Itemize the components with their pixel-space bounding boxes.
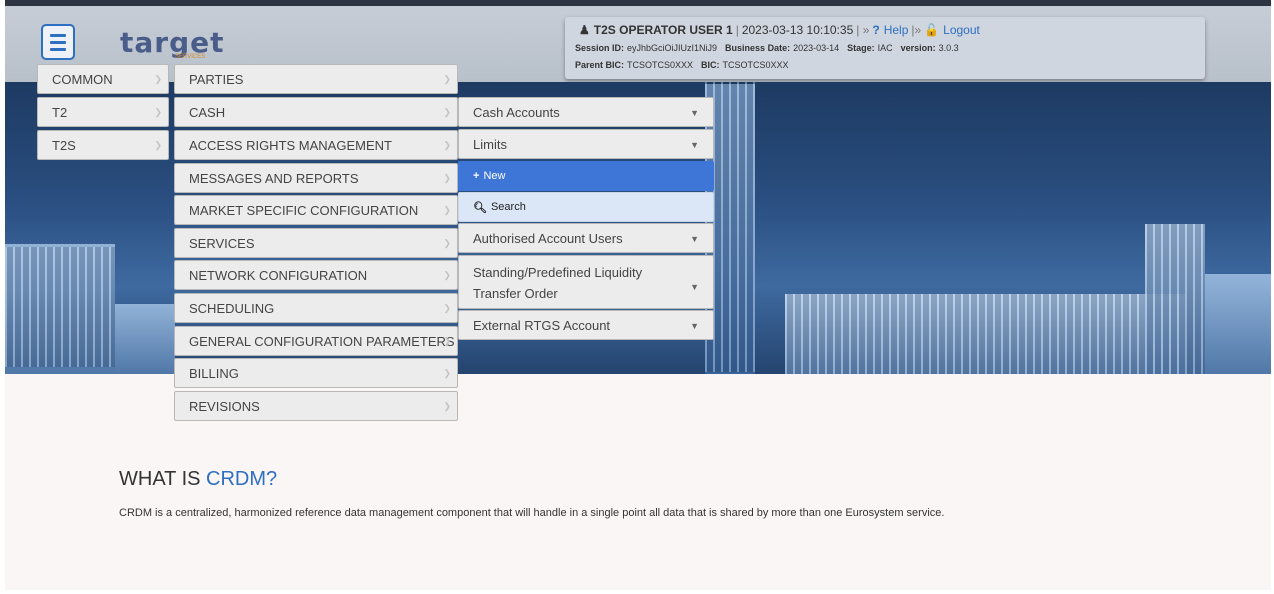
menu-item-standing-order[interactable]: Standing/Predefined Liquidity Transfer Or…: [458, 255, 714, 309]
menu-item-label: SCHEDULING: [189, 300, 275, 316]
caret-down-icon: ▼: [690, 108, 699, 118]
session-id-label: Session ID:: [575, 42, 625, 53]
menu-item-label: New: [483, 170, 506, 182]
menu-item-search[interactable]: 🔍︎ Search: [458, 192, 714, 222]
menu-item-label: Search: [490, 201, 526, 213]
bic-value: TCSOTCS0XXX: [722, 59, 789, 70]
menu-item-authorised-users[interactable]: Authorised Account Users ▼: [458, 223, 714, 253]
chevron-right-icon: ❯: [443, 238, 451, 248]
menu-item-messages-reports[interactable]: MESSAGES AND REPORTS ❯: [174, 163, 458, 193]
version-value: 3.0.3: [938, 42, 959, 53]
user-name: T2S OPERATOR USER 1: [593, 23, 733, 37]
bic-label: BIC:: [701, 59, 720, 70]
menu-item-label: T2: [52, 104, 68, 120]
menu-item-label: COMMON: [52, 71, 113, 87]
menu-item-limits[interactable]: Limits ▼: [458, 129, 714, 159]
menu-item-label: Limits: [473, 136, 507, 152]
caret-down-icon: ▼: [690, 321, 699, 331]
logo-subtitle: SERVICES: [175, 54, 206, 60]
menu-item-common[interactable]: COMMON ❯: [37, 64, 169, 94]
menu-item-new[interactable]: + New: [458, 161, 714, 191]
session-datetime: 2023-03-13 10:10:35: [741, 23, 854, 37]
session-info-panel: ♟ T2S OPERATOR USER 1 | 2023-03-13 10:10…: [565, 17, 1205, 79]
menu-item-label: T2S: [52, 137, 76, 153]
menu-item-t2s[interactable]: T2S ❯: [37, 130, 169, 160]
plus-icon: +: [473, 170, 480, 182]
crdm-heading: WHAT IS CRDM?: [119, 468, 278, 490]
menu-item-access-rights[interactable]: ACCESS RIGHTS MANAGEMENT ❯: [174, 130, 458, 160]
crdm-description: CRDM is a centralized, harmonized refere…: [119, 507, 945, 519]
menu-item-cash-accounts[interactable]: Cash Accounts ▼: [458, 97, 714, 127]
help-icon: ?: [872, 23, 880, 37]
menu-item-t2[interactable]: T2 ❯: [37, 97, 169, 127]
menu-item-label: Standing/Predefined Liquidity Transfer Or…: [473, 265, 643, 301]
chevron-right-icon: ❯: [443, 107, 451, 117]
menu-item-label: NETWORK CONFIGURATION: [189, 267, 368, 283]
menu-item-cash[interactable]: CASH ❯: [174, 97, 458, 127]
hamburger-bar: [50, 33, 66, 37]
menu-item-label: MARKET SPECIFIC CONFIGURATION: [189, 202, 419, 218]
session-id-value: eyJhbGciOiJIUzI1NiJ9: [627, 42, 718, 53]
chevron-right-icon: ❯: [443, 270, 451, 280]
menu-item-label: CASH: [189, 104, 226, 120]
chevron-right-icon: ❯: [443, 401, 451, 411]
logout-link[interactable]: Logout: [943, 23, 980, 37]
caret-down-icon: ▼: [690, 282, 699, 292]
stage-value: IAC: [877, 42, 893, 53]
menu-item-label: ACCESS RIGHTS MANAGEMENT: [189, 137, 392, 153]
chevron-right-icon: ❯: [443, 336, 451, 346]
help-link[interactable]: Help: [884, 23, 909, 37]
caret-down-icon: ▼: [690, 140, 699, 150]
version-label: version:: [900, 42, 936, 53]
chevron-right-icon: ❯: [154, 107, 162, 117]
menu-item-market-config[interactable]: MARKET SPECIFIC CONFIGURATION ❯: [174, 195, 458, 225]
caret-down-icon: ▼: [690, 234, 699, 244]
menu-item-label: Cash Accounts: [473, 104, 560, 120]
hamburger-bar: [50, 40, 66, 44]
chevron-right-icon: ❯: [443, 368, 451, 378]
menu-item-services[interactable]: SERVICES ❯: [174, 228, 458, 258]
chevron-right-icon: ❯: [443, 303, 451, 313]
target-logo: target: [120, 26, 225, 59]
menu-item-label: SERVICES: [189, 235, 255, 251]
menu-item-network-config[interactable]: NETWORK CONFIGURATION ❯: [174, 260, 458, 290]
chevron-right-icon: ❯: [443, 173, 451, 183]
menu-item-general-config[interactable]: GENERAL CONFIGURATION PARAMETERS ❯: [174, 326, 458, 356]
menu-item-scheduling[interactable]: SCHEDULING ❯: [174, 293, 458, 323]
parent-bic-value: TCSOTCS0XXX: [627, 59, 694, 70]
chevron-right-icon: ❯: [443, 74, 451, 84]
menu-item-label: PARTIES: [189, 71, 244, 87]
menu-item-revisions[interactable]: REVISIONS ❯: [174, 391, 458, 421]
menu-item-label: GENERAL CONFIGURATION PARAMETERS: [189, 333, 455, 349]
menu-item-label: REVISIONS: [189, 398, 260, 414]
menu-item-label: External RTGS Account: [473, 317, 611, 333]
stage-label: Stage:: [847, 42, 875, 53]
menu-item-label: Authorised Account Users: [473, 230, 623, 246]
parent-bic-label: Parent BIC:: [575, 59, 625, 70]
chevron-right-icon: ❯: [443, 140, 451, 150]
menu-item-billing[interactable]: BILLING ❯: [174, 358, 458, 388]
lock-icon: 🔓: [924, 23, 940, 37]
chevron-right-icon: ❯: [154, 74, 162, 84]
chevron-right-icon: ❯: [443, 205, 451, 215]
user-icon: ♟: [579, 23, 590, 37]
menu-item-label: BILLING: [189, 365, 239, 381]
business-date-label: Business Date:: [725, 42, 791, 53]
menu-item-parties[interactable]: PARTIES ❯: [174, 64, 458, 94]
hamburger-menu-button[interactable]: [41, 24, 75, 60]
search-icon: 🔍︎: [473, 201, 487, 214]
hamburger-bar: [50, 47, 66, 51]
business-date-value: 2023-03-14: [793, 42, 840, 53]
menu-item-label: MESSAGES AND REPORTS: [189, 170, 359, 186]
chevron-right-icon: ❯: [154, 140, 162, 150]
menu-item-external-rtgs[interactable]: External RTGS Account ▼: [458, 310, 714, 340]
